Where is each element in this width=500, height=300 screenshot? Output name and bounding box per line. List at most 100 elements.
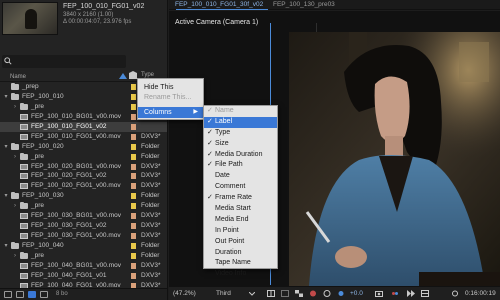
region-of-interest-icon[interactable]	[281, 290, 289, 297]
label-color-chip[interactable]	[131, 103, 136, 110]
bin-folder-row[interactable]: › _pre Folder	[0, 251, 167, 261]
current-timecode[interactable]: 0:16:00:19	[465, 290, 496, 297]
menu-item-columns[interactable]: Columns ▶	[138, 107, 203, 118]
column-option-label: Out Point	[215, 237, 245, 245]
column-option-size[interactable]: ✓ Size	[204, 139, 277, 150]
label-color-chip[interactable]	[131, 123, 136, 130]
label-color-chip[interactable]	[131, 243, 136, 249]
column-option-label[interactable]: ✓ Label	[204, 116, 277, 128]
color-channel-icon[interactable]	[309, 290, 317, 297]
label-color-chip[interactable]	[131, 272, 136, 279]
clip-row[interactable]: FEP_100_030_FG01_v02 DXV3*	[0, 221, 167, 231]
bin-search-field[interactable]	[2, 55, 126, 68]
lock-icon[interactable]	[4, 291, 12, 298]
show-channel-icon[interactable]	[391, 290, 399, 297]
column-option-frame-rate[interactable]: ✓ Frame Rate	[204, 193, 277, 204]
label-color-chip[interactable]	[131, 233, 136, 240]
bin-folder-row[interactable]: ▾ FEP_100_030 Folder	[0, 191, 167, 201]
freeform-view-icon[interactable]	[40, 291, 48, 298]
clip-row[interactable]: FEP_100_020_BG01_v00.mov DXV3*	[0, 162, 167, 172]
list-view-icon[interactable]	[16, 291, 24, 298]
folder-icon	[20, 152, 28, 160]
disclosure-triangle-icon[interactable]: ▾	[3, 92, 9, 102]
disclosure-triangle-icon[interactable]: ›	[12, 201, 18, 211]
disclosure-triangle-icon[interactable]: ›	[12, 251, 18, 261]
label-color-chip[interactable]	[131, 93, 136, 100]
bin-folder-row[interactable]: ▾ FEP_100_020 Folder	[0, 142, 167, 152]
column-option-media-duration[interactable]: ✓ Media Duration	[204, 150, 277, 161]
exposure-icon[interactable]	[323, 290, 331, 297]
column-header-name[interactable]: Name	[10, 74, 26, 80]
label-color-chip[interactable]	[131, 193, 136, 200]
clip-icon	[20, 113, 28, 120]
clip-row[interactable]: FEP_100_030_BG01_v00.mov DXV3*	[0, 211, 167, 221]
label-color-chip[interactable]	[131, 163, 136, 170]
column-option-type[interactable]: ✓ Type	[204, 128, 277, 139]
item-name: FEP_100_040_FG01_v01	[31, 271, 107, 279]
sort-ascending-icon[interactable]	[119, 73, 127, 79]
folder-icon	[11, 242, 19, 249]
disclosure-triangle-icon[interactable]: ›	[12, 102, 18, 112]
column-option-label: Size	[215, 139, 229, 147]
column-option-duration[interactable]: Duration	[204, 248, 277, 259]
clip-row[interactable]: FEP_100_020_FG01_v02 DXV3*	[0, 171, 167, 181]
bin-folder-row[interactable]: › _pre Folder	[0, 201, 167, 211]
label-color-chip[interactable]	[131, 203, 136, 210]
resolution-select[interactable]: Third	[216, 290, 231, 297]
clip-row[interactable]: FEP_100_010_FG01_v02	[0, 121, 167, 132]
disclosure-triangle-icon[interactable]: ▾	[3, 241, 9, 251]
item-name: FEP_100_030_FG01_v00.mov	[31, 232, 121, 240]
item-type: DXV3*	[141, 162, 161, 170]
column-option-media-end[interactable]: Media End	[204, 215, 277, 226]
tab-second-sequence[interactable]: FEP_100_130_pre03	[273, 1, 335, 8]
column-option-tape-name[interactable]: Tape Name	[204, 258, 277, 269]
snapshot-camera-icon[interactable]	[375, 290, 383, 297]
label-color-chip[interactable]	[131, 84, 136, 90]
fast-previews-icon[interactable]	[407, 290, 415, 297]
column-option-media-start[interactable]: Media Start	[204, 204, 277, 215]
label-color-chip[interactable]	[131, 262, 136, 269]
grid-icon[interactable]	[267, 290, 275, 297]
column-option-video-info[interactable]: Video Info	[204, 269, 277, 280]
search-icon[interactable]	[4, 57, 12, 65]
label-color-chip[interactable]	[131, 223, 136, 230]
label-color-chip[interactable]	[131, 252, 136, 259]
label-color-chip[interactable]	[131, 183, 136, 190]
timeline-icon[interactable]	[421, 290, 429, 297]
disclosure-triangle-icon[interactable]: ▾	[3, 191, 9, 201]
tab-active-sequence[interactable]: FEP_100_010_FG01_30f_v02	[175, 1, 263, 8]
column-option-in-point[interactable]: In Point	[204, 226, 277, 237]
chevron-down-icon[interactable]	[249, 292, 255, 296]
label-color-chip[interactable]	[131, 133, 136, 140]
column-option-out-point[interactable]: Out Point	[204, 237, 277, 248]
column-option-comment[interactable]: Comment	[204, 182, 277, 193]
disclosure-triangle-icon[interactable]: ▾	[3, 142, 9, 152]
zoom-level-select[interactable]: (47.2%)	[173, 290, 196, 297]
clip-row[interactable]: FEP_100_040_FG01_v01 DXV3*	[0, 271, 167, 281]
column-option-date[interactable]: Date	[204, 171, 277, 182]
clip-row[interactable]: FEP_100_010_FG01_v00.mov DXV3*	[0, 132, 167, 142]
label-color-chip[interactable]	[131, 173, 136, 180]
disclosure-triangle-icon[interactable]: ›	[12, 152, 18, 162]
bin-folder-row[interactable]: › _pre Folder	[0, 152, 167, 162]
clip-row[interactable]: FEP_100_020_FG01_v00.mov DXV3*	[0, 181, 167, 191]
item-name: FEP_100_010_FG01_v00.mov	[31, 132, 121, 140]
column-option-file-path[interactable]: ✓ File Path	[204, 160, 277, 171]
program-transport-bar: (47.2%) Third +0.0 0:16:00:19	[169, 286, 500, 300]
bin-folder-row[interactable]: ▾ FEP_100_040 Folder	[0, 241, 167, 251]
checkmark-icon: ✓	[207, 117, 213, 125]
reset-exposure-icon[interactable]	[337, 290, 345, 297]
clip-info-name: FEP_100_010_FG01_v02	[63, 3, 145, 10]
folder-icon	[11, 142, 19, 150]
clip-row[interactable]: FEP_100_040_BG01_v00.mov DXV3*	[0, 261, 167, 271]
label-color-chip[interactable]	[131, 143, 136, 150]
label-color-chip[interactable]	[131, 213, 136, 220]
exposure-offset-value[interactable]: +0.0	[350, 290, 363, 297]
transparency-grid-icon[interactable]	[295, 290, 303, 297]
item-type: DXV3*	[141, 271, 161, 279]
clip-row[interactable]: FEP_100_030_FG01_v00.mov DXV3*	[0, 231, 167, 241]
label-color-chip[interactable]	[131, 153, 136, 160]
column-option-label: Duration	[215, 248, 242, 256]
icon-view-icon[interactable]	[28, 291, 36, 298]
label-color-chip[interactable]	[131, 113, 136, 120]
